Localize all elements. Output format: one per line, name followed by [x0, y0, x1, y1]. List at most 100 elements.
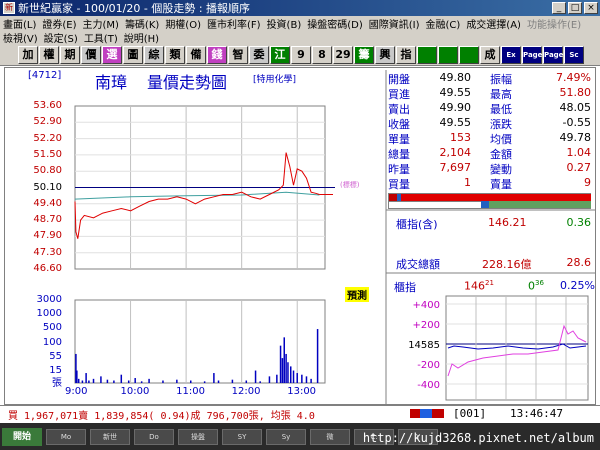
price-tick-label: 46.60 [33, 263, 62, 274]
turnover-value: 228.16億 [482, 258, 532, 271]
industry-label: [特用化學] [253, 75, 297, 85]
depth-green-seg [489, 201, 591, 208]
toolbar-button-12[interactable]: 江 [270, 45, 290, 64]
quote-value: 49.80 [439, 71, 472, 84]
toolbar-button-3[interactable]: 價 [81, 45, 101, 64]
bid-ask-bar [388, 193, 591, 209]
price-tick-label: 47.30 [33, 246, 62, 258]
quote-label: 最低 [490, 103, 512, 116]
status-red-block [410, 409, 420, 418]
menu-row-secondary: 檢視(V) 設定(S) 工具(T) 說明(H) [0, 30, 600, 45]
quote-value: 49.55 [439, 116, 472, 129]
menu-item-5[interactable]: 匯市利率(F) [204, 16, 264, 31]
index-value: 146.21 [488, 216, 527, 229]
toolbar-button-23[interactable]: Ex [501, 45, 521, 64]
stock-input-value: 001 [459, 407, 480, 420]
toolbar-button-7[interactable]: 類 [165, 45, 185, 64]
status-red-block-2 [432, 409, 444, 418]
toolbar-button-18[interactable]: 指 [396, 45, 416, 64]
price-tick-label: 51.50 [33, 148, 62, 160]
turnover-change: 28.6 [566, 256, 592, 269]
quote-row: 收盤 49.55 漲跌 -0.55 [388, 116, 593, 131]
price-tick-label: 52.90 [33, 116, 62, 128]
stock-name: 南璋 [95, 73, 128, 92]
menu-item-9[interactable]: 金融(C) [423, 16, 464, 31]
toolbar-button-22[interactable]: 成 [480, 45, 500, 64]
forecast-button[interactable]: 預測 [345, 287, 369, 302]
index-change: 0.36 [566, 216, 592, 229]
menu-item-10[interactable]: 成交選擇(A) [463, 16, 524, 31]
taskbar-button-6[interactable]: 微 [310, 428, 350, 445]
app-icon[interactable]: 新 [3, 2, 15, 14]
toolbar-button-14[interactable]: 8 [312, 45, 332, 64]
quote-label: 總量 [388, 148, 410, 161]
menu-item-2[interactable]: 主力(M) [80, 16, 122, 31]
clock: 13:46:47 [510, 407, 563, 420]
mini-tick-label: +400 [413, 300, 440, 311]
title-bar: 新 新世紀贏家 - 100/01/20 - 個股走勢 : 播報順序 _ □ × [0, 0, 600, 16]
stock-input-field[interactable]: [001] [453, 407, 486, 420]
quote-label: 昨量 [388, 163, 410, 176]
quote-label: 單量 [388, 133, 410, 146]
taskbar-button-4[interactable]: SY [222, 428, 262, 445]
menu-item-secondary-3[interactable]: 說明(H) [121, 30, 162, 45]
menu-item-1[interactable]: 證券(E) [39, 16, 79, 31]
close-button[interactable]: × [584, 2, 598, 14]
toolbar-button-20[interactable] [438, 45, 458, 64]
menu-item-4[interactable]: 期權(O) [162, 16, 204, 31]
toolbar-button-26[interactable]: Sc [564, 45, 584, 64]
price-tick-label: 49.40 [33, 197, 62, 209]
toolbar-button-24[interactable]: Page [522, 45, 542, 64]
menu-item-8[interactable]: 國際資訊(I) [366, 16, 423, 31]
menu-item-secondary-1[interactable]: 設定(S) [41, 30, 81, 45]
window-title: 新世紀贏家 - 100/01/20 - 個股走勢 : 播報順序 [18, 2, 251, 15]
toolbar-button-10[interactable]: 智 [228, 45, 248, 64]
toolbar-button-8[interactable]: 備 [186, 45, 206, 64]
quote-label: 振幅 [490, 73, 512, 86]
menu-item-secondary-0[interactable]: 檢視(V) [0, 30, 41, 45]
minimize-button[interactable]: _ [552, 2, 566, 14]
volume-tick-label: 100 [42, 336, 62, 348]
taskbar-button-0[interactable]: Mo [46, 428, 86, 445]
toolbar-button-17[interactable]: 興 [375, 45, 395, 64]
menu-item-11[interactable]: 功能操作(E) [524, 16, 584, 31]
taskbar-button-3[interactable]: 操盤 [178, 428, 218, 445]
quote-label: 開盤 [388, 73, 410, 86]
menu-item-6[interactable]: 投資(B) [264, 16, 305, 31]
menu-item-7[interactable]: 操盤密碼(D) [304, 16, 366, 31]
toolbar-button-13[interactable]: 9 [291, 45, 311, 64]
taskbar-button-1[interactable]: 新世 [90, 428, 130, 445]
toolbar-button-2[interactable]: 期 [60, 45, 80, 64]
toolbar-button-21[interactable] [459, 45, 479, 64]
mini-tick-label: -200 [417, 360, 440, 371]
quote-value: 49.55 [439, 86, 472, 99]
menu-item-secondary-2[interactable]: 工具(T) [81, 30, 121, 45]
taskbar-button-2[interactable]: Do [134, 428, 174, 445]
start-button[interactable]: 開始 [2, 427, 42, 446]
status-bar: 買 1,967,071賣 1,839,854( 0.94)成 796,700張,… [0, 405, 600, 422]
toolbar-button-16[interactable]: 籌 [354, 45, 374, 64]
toolbar-button-0[interactable]: 加 [18, 45, 38, 64]
quote-label: 最高 [490, 88, 512, 101]
toolbar-button-1[interactable]: 權 [39, 45, 59, 64]
quote-row: 單量 153 均價 49.78 [388, 131, 593, 146]
taskbar-button-5[interactable]: Sy [266, 428, 306, 445]
mini-index-line-2 [447, 324, 587, 377]
mini-tick-label: 14585 [408, 340, 440, 351]
toolbar-button-19[interactable] [417, 45, 437, 64]
menu-item-3[interactable]: 籌碼(K) [122, 16, 162, 31]
mini-tick-label: +200 [413, 320, 440, 331]
bid-ask-summary: 買 1,967,071賣 1,839,854( 0.94)成 796,700張,… [8, 411, 315, 422]
toolbar-button-4[interactable]: 選 [102, 45, 122, 64]
maximize-button[interactable]: □ [568, 2, 582, 14]
toolbar: 加權期價選圖綜類備錢智委江 9 8 29 籌興指成 Ex Page Page Sc [0, 44, 600, 66]
time-tick-label: 10:00 [120, 386, 150, 397]
toolbar-button-5[interactable]: 圖 [123, 45, 143, 64]
menu-item-0[interactable]: 畫面(L) [0, 16, 39, 31]
index-label: 櫃指(含) [396, 218, 438, 231]
toolbar-button-25[interactable]: Page [543, 45, 563, 64]
toolbar-button-9[interactable]: 錢 [207, 45, 227, 64]
toolbar-button-6[interactable]: 綜 [144, 45, 164, 64]
toolbar-button-11[interactable]: 委 [249, 45, 269, 64]
toolbar-button-15[interactable]: 29 [333, 45, 353, 64]
